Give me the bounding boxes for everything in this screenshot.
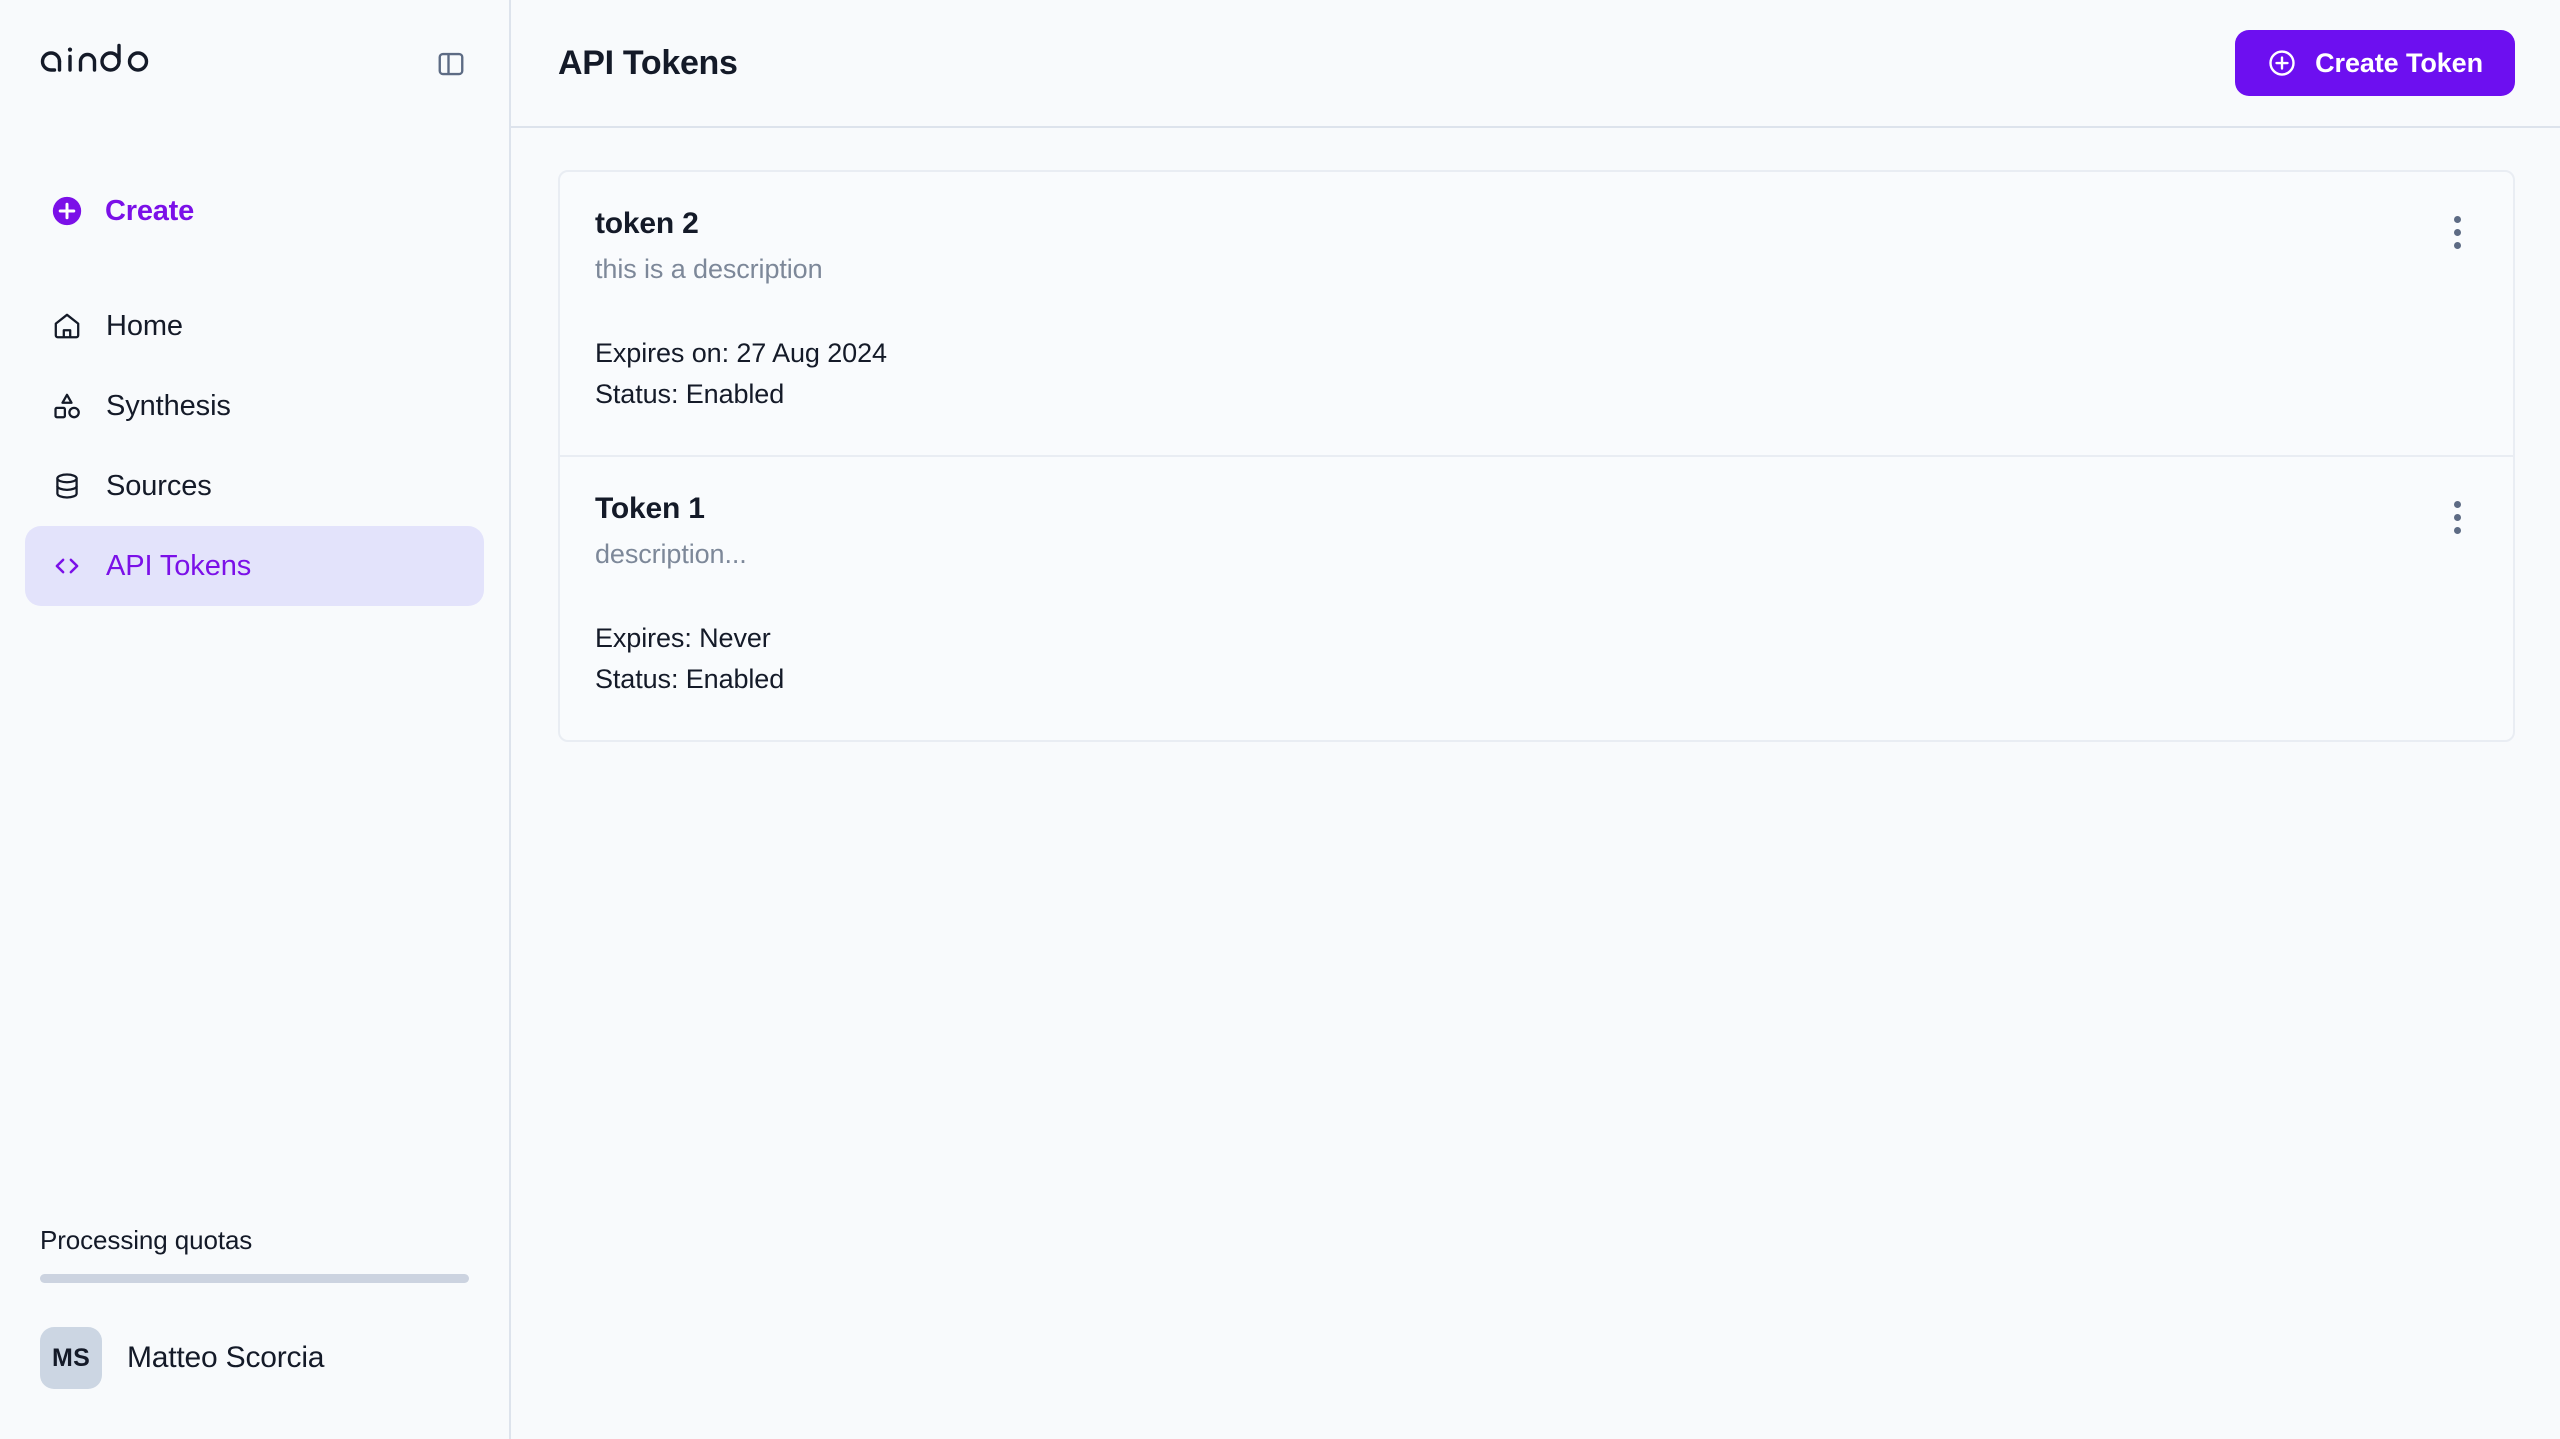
token-list: token 2 this is a description Expires on… (558, 170, 2515, 742)
token-meta: Expires on: 27 Aug 2024 Status: Enabled (595, 333, 2473, 415)
token-card[interactable]: token 2 this is a description Expires on… (560, 172, 2513, 455)
token-status: Status: Enabled (595, 379, 785, 409)
avatar: MS (40, 1327, 102, 1389)
sidebar-header (0, 0, 509, 128)
token-name: token 2 (595, 207, 699, 240)
token-expiry: Expires on: 27 Aug 2024 (595, 338, 887, 368)
page-title: API Tokens (558, 43, 738, 82)
sidebar-item-label: Home (106, 309, 183, 342)
processing-quotas-label: Processing quotas (40, 1225, 253, 1255)
kebab-dot (2453, 228, 2461, 236)
processing-quotas-progressbar (40, 1274, 469, 1283)
kebab-menu-icon[interactable] (2433, 493, 2481, 541)
nav-list: Home Synthesis Sources API Tokens (25, 286, 484, 606)
plus-circle-icon (50, 194, 84, 228)
sidebar-nav: Create Home Synthesis Sources API Tokens (0, 128, 509, 606)
panel-collapse-icon[interactable] (429, 42, 473, 86)
sidebar-item-label: Synthesis (106, 389, 231, 422)
sidebar-item-label: API Tokens (106, 549, 252, 582)
plus-circle-outline-icon (2267, 48, 2297, 78)
kebab-dot (2453, 215, 2461, 223)
home-icon (50, 309, 84, 343)
processing-quotas: Processing quotas (0, 1225, 509, 1283)
main-content: API Tokens Create Token token 2 this is … (511, 0, 2560, 1439)
sidebar: Create Home Synthesis Sources API Tokens… (0, 0, 511, 1439)
code-brackets-icon (50, 549, 84, 583)
user-profile[interactable]: MS Matteo Scorcia (0, 1327, 509, 1389)
sidebar-item-api-tokens[interactable]: API Tokens (25, 526, 484, 606)
kebab-dot (2453, 513, 2461, 521)
app-root: Create Home Synthesis Sources API Tokens… (0, 0, 2560, 1439)
kebab-dot (2453, 500, 2461, 508)
token-status: Status: Enabled (595, 664, 785, 694)
kebab-dot (2453, 241, 2461, 249)
token-expiry: Expires: Never (595, 623, 771, 653)
sidebar-item-sources[interactable]: Sources (25, 446, 484, 526)
database-icon (50, 469, 84, 503)
token-meta: Expires: Never Status: Enabled (595, 618, 2473, 700)
sidebar-item-home[interactable]: Home (25, 286, 484, 366)
token-description: description... (595, 539, 747, 569)
create-button-label: Create (105, 194, 195, 227)
content-area: token 2 this is a description Expires on… (511, 128, 2560, 1439)
token-name: Token 1 (595, 492, 705, 525)
create-token-button-label: Create Token (2315, 47, 2483, 78)
aindo-logo (40, 38, 200, 91)
token-card[interactable]: Token 1 description... Expires: Never St… (560, 455, 2513, 740)
create-token-button[interactable]: Create Token (2235, 30, 2515, 96)
kebab-dot (2453, 526, 2461, 534)
sidebar-item-label: Sources (106, 469, 212, 502)
topbar: API Tokens Create Token (511, 0, 2560, 128)
shapes-icon (50, 389, 84, 423)
user-name: Matteo Scorcia (127, 1341, 325, 1374)
token-description: this is a description (595, 254, 823, 284)
create-button[interactable]: Create (25, 184, 484, 238)
sidebar-item-synthesis[interactable]: Synthesis (25, 366, 484, 446)
kebab-menu-icon[interactable] (2433, 208, 2481, 256)
